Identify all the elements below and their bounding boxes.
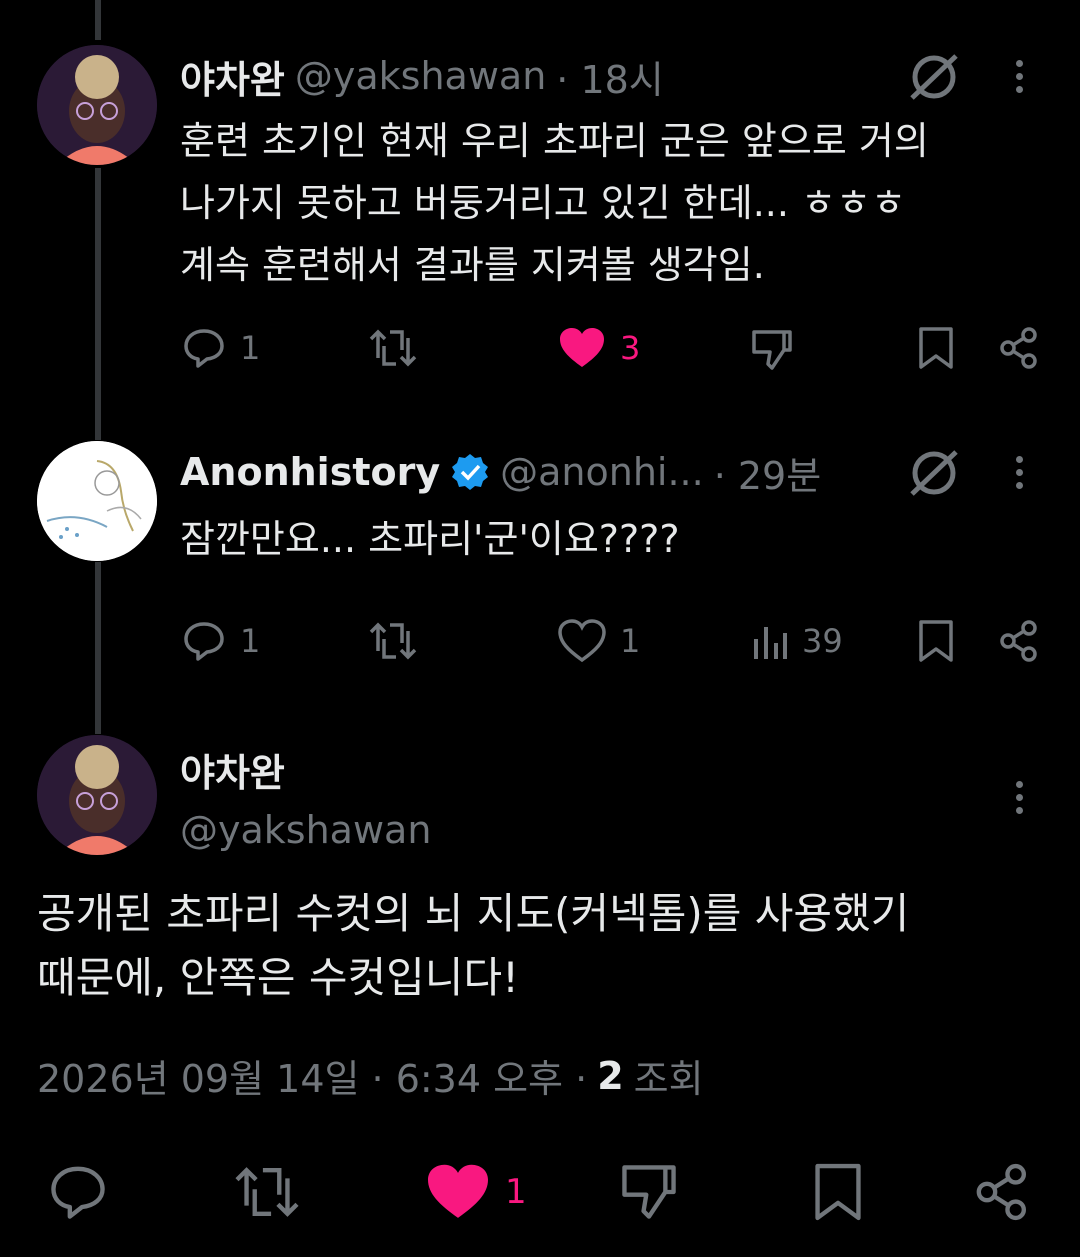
author-handle[interactable]: @yakshawan xyxy=(295,54,546,98)
more-icon[interactable] xyxy=(1016,775,1026,820)
like-count: 3 xyxy=(620,329,641,367)
share-icon xyxy=(1000,327,1037,369)
bookmark-button[interactable] xyxy=(916,619,956,663)
avatar[interactable] xyxy=(37,441,157,561)
reply-count: 1 xyxy=(240,622,261,660)
heart-icon xyxy=(558,619,606,663)
author-name[interactable]: 야차완 xyxy=(180,49,285,104)
reply-button[interactable]: 1 xyxy=(182,326,260,370)
share-button[interactable] xyxy=(998,619,1040,663)
like-button[interactable]: 1 xyxy=(558,619,640,663)
retweet-button[interactable] xyxy=(368,326,418,370)
like-button[interactable]: 1 xyxy=(425,1162,527,1222)
more-icon[interactable] xyxy=(1016,450,1026,495)
reply-button[interactable] xyxy=(46,1162,110,1222)
tweet-text-line: 때문에, 안쪽은 수컷입니다! xyxy=(37,953,519,1002)
retweet-icon xyxy=(369,622,417,660)
bookmark-icon xyxy=(815,1163,861,1221)
views-count: 2 xyxy=(597,1053,624,1098)
post-time[interactable]: · 18시 xyxy=(556,49,663,104)
like-button[interactable]: 3 xyxy=(558,326,640,370)
share-icon xyxy=(976,1163,1026,1221)
heart-icon xyxy=(560,328,604,367)
author-handle[interactable]: @yakshawan xyxy=(180,808,431,852)
thread-line xyxy=(95,562,101,734)
reply-button[interactable]: 1 xyxy=(182,619,260,663)
tweet-text-line: 훈련 초기인 현재 우리 초파리 군은 앞으로 거의 xyxy=(180,119,929,163)
author-name[interactable]: Anonhistory xyxy=(180,450,440,494)
retweet-icon xyxy=(369,329,417,367)
avatar[interactable] xyxy=(37,735,157,855)
reply-icon xyxy=(184,329,224,368)
retweet-icon xyxy=(235,1167,299,1217)
grok-icon[interactable] xyxy=(906,50,962,108)
dislike-button[interactable] xyxy=(750,328,794,372)
tweet-text-line: 계속 훈련해서 결과를 지켜볼 생각임. xyxy=(180,243,765,287)
verified-badge-icon xyxy=(450,452,490,492)
grok-icon[interactable] xyxy=(906,446,962,504)
views-count: 39 xyxy=(802,622,843,660)
thread-line xyxy=(95,168,101,440)
author-name[interactable]: 야차완 xyxy=(180,742,285,797)
retweet-button[interactable] xyxy=(368,619,418,663)
reply-icon xyxy=(51,1166,105,1219)
share-button[interactable] xyxy=(998,326,1040,370)
post-date[interactable]: 2026년 09월 14일 · 6:34 오후 · xyxy=(37,1048,587,1103)
like-count: 1 xyxy=(505,1172,527,1212)
dislike-button[interactable] xyxy=(618,1162,680,1222)
share-button[interactable] xyxy=(972,1162,1032,1222)
reply-count: 1 xyxy=(240,329,261,367)
views-button[interactable]: 39 xyxy=(752,621,843,661)
tweet-text: 잠깐만요... 초파리'군'이요???? xyxy=(180,517,680,561)
tweet-text-line: 공개된 초파리 수컷의 뇌 지도(커넥톰)를 사용했기 xyxy=(37,889,910,938)
dislike-icon xyxy=(622,1165,676,1219)
like-count: 1 xyxy=(620,622,641,660)
bookmark-button[interactable] xyxy=(810,1162,866,1222)
author-handle[interactable]: @anonhi... xyxy=(500,450,704,494)
bookmark-icon xyxy=(919,620,953,662)
views-label: 조회 xyxy=(633,1057,704,1101)
dislike-icon xyxy=(752,330,792,370)
views-icon xyxy=(754,627,787,659)
avatar[interactable] xyxy=(37,45,157,165)
retweet-button[interactable] xyxy=(232,1162,302,1222)
bookmark-icon xyxy=(919,327,953,369)
tweet-text-line: 나가지 못하고 버둥거리고 있긴 한데... ㅎㅎㅎ xyxy=(180,181,906,225)
share-icon xyxy=(1000,620,1037,662)
heart-icon xyxy=(428,1164,488,1218)
reply-icon xyxy=(184,622,224,661)
more-icon[interactable] xyxy=(1016,54,1026,99)
thread-line xyxy=(95,0,101,40)
post-time[interactable]: · 29분 xyxy=(714,445,821,500)
bookmark-button[interactable] xyxy=(916,326,956,370)
